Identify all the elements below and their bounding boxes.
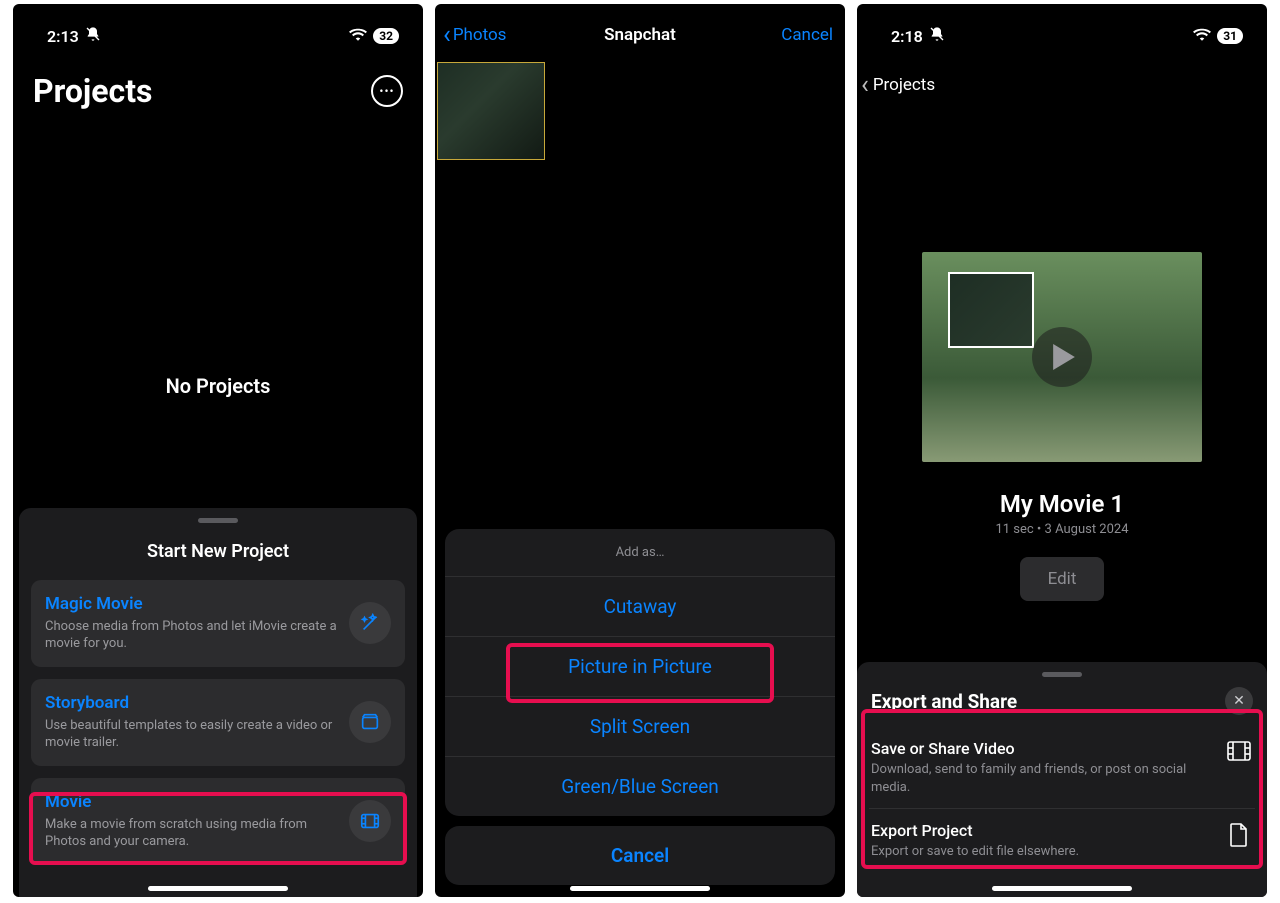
screen-add-as: ‹ Photos Snapchat Cancel Add as… Cutaway… [435, 4, 845, 897]
chevron-left-icon: ‹ [861, 72, 869, 98]
option-subtitle: Use beautiful templates to easily create… [45, 717, 339, 752]
project-option-storyboard[interactable]: Storyboard Use beautiful templates to ea… [31, 679, 405, 766]
media-strip [435, 58, 845, 160]
play-button[interactable] [1032, 327, 1092, 387]
export-option-export-project[interactable]: Export Project Export or save to edit fi… [869, 809, 1255, 873]
empty-state-label: No Projects [13, 374, 423, 398]
play-icon [1053, 344, 1075, 370]
ellipsis-icon: ••• [379, 84, 394, 98]
nav-title: Snapchat [604, 25, 676, 45]
movie-title: My Movie 1 [857, 490, 1267, 518]
project-option-movie[interactable]: Movie Make a movie from scratch using me… [31, 778, 405, 865]
battery-level: 31 [1217, 28, 1243, 44]
magic-wand-icon [349, 602, 391, 644]
home-indicator[interactable] [570, 886, 710, 891]
option-cutaway[interactable]: Cutaway [445, 577, 835, 637]
option-subtitle: Choose media from Photos and let iMovie … [45, 618, 339, 653]
status-bar: 2:13 32 [13, 4, 423, 54]
sheet-title: Export and Share [871, 690, 1017, 713]
status-time: 2:18 [891, 27, 923, 46]
option-title: Magic Movie [45, 594, 339, 614]
film-icon [349, 800, 391, 842]
back-label: Projects [873, 75, 935, 95]
close-icon: ✕ [1233, 693, 1245, 709]
sheet-header: Add as… [445, 529, 835, 577]
close-button[interactable]: ✕ [1225, 687, 1253, 715]
option-green-blue-screen[interactable]: Green/Blue Screen [445, 757, 835, 816]
status-time: 2:13 [47, 27, 79, 46]
option-split-screen[interactable]: Split Screen [445, 697, 835, 757]
status-bar: 2:18 31 [857, 4, 1267, 54]
chevron-left-icon: ‹ [443, 22, 451, 48]
edit-button[interactable]: Edit [1020, 557, 1105, 601]
export-option-save-share[interactable]: Save or Share Video Download, send to fa… [869, 727, 1255, 809]
video-icon [1225, 741, 1253, 761]
pip-overlay-thumbnail [948, 272, 1034, 348]
option-title: Save or Share Video [871, 739, 1215, 758]
project-option-magic-movie[interactable]: Magic Movie Choose media from Photos and… [31, 580, 405, 667]
home-indicator[interactable] [992, 886, 1132, 891]
page-title: Projects [33, 72, 152, 110]
back-button[interactable]: ‹ Projects [857, 54, 1267, 102]
battery-level: 32 [373, 28, 399, 44]
movie-preview[interactable] [922, 252, 1202, 462]
bell-slash-icon [929, 26, 945, 46]
selected-media-thumbnail[interactable] [437, 62, 545, 160]
option-subtitle: Download, send to family and friends, or… [871, 761, 1215, 796]
new-project-sheet: Start New Project Magic Movie Choose med… [19, 508, 417, 897]
back-button[interactable]: ‹ Photos [443, 22, 506, 48]
sheet-grabber[interactable] [198, 518, 238, 523]
sheet-title: Start New Project [19, 541, 417, 562]
option-subtitle: Export or save to edit file elsewhere. [871, 843, 1215, 861]
back-label: Photos [453, 25, 507, 45]
add-as-action-sheet: Add as… Cutaway Picture in Picture Split… [445, 529, 835, 885]
option-title: Export Project [871, 821, 1215, 840]
option-title: Storyboard [45, 693, 339, 713]
home-indicator[interactable] [148, 886, 288, 891]
option-subtitle: Make a movie from scratch using media fr… [45, 816, 339, 851]
storyboard-icon [349, 701, 391, 743]
movie-metadata: 11 sec • 3 August 2024 [857, 522, 1267, 537]
export-sheet: Export and Share ✕ Save or Share Video D… [857, 662, 1267, 897]
wifi-icon [1193, 27, 1211, 45]
bell-slash-icon [85, 26, 101, 46]
cancel-button[interactable]: Cancel [781, 25, 833, 45]
more-button[interactable]: ••• [371, 75, 403, 107]
sheet-cancel-button[interactable]: Cancel [445, 826, 835, 885]
screen-export: 2:18 31 ‹ Projects My Movie 1 11 se [857, 4, 1267, 897]
option-title: Movie [45, 792, 339, 812]
wifi-icon [349, 27, 367, 45]
screen-projects: 2:13 32 Projects ••• No Projects Start N… [13, 4, 423, 897]
nav-bar: ‹ Photos Snapchat Cancel [435, 4, 845, 58]
option-picture-in-picture[interactable]: Picture in Picture [445, 637, 835, 697]
sheet-grabber[interactable] [1042, 672, 1082, 677]
document-icon [1225, 823, 1253, 847]
